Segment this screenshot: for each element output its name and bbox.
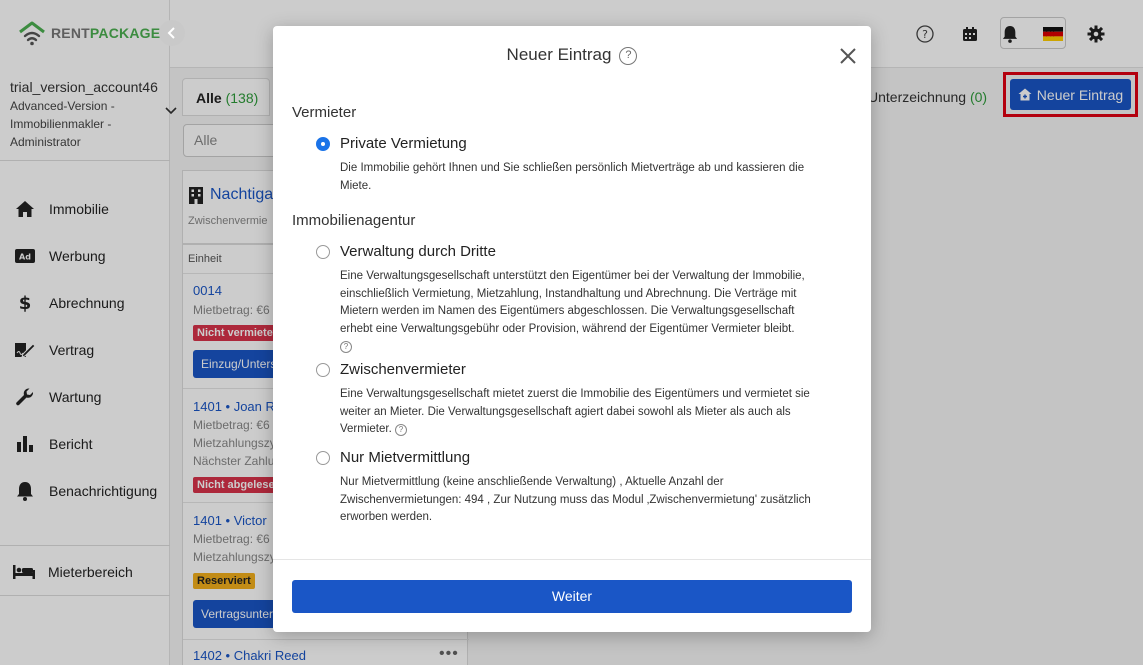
- radio-unselected[interactable]: [316, 245, 330, 259]
- help-icon[interactable]: ?: [340, 341, 352, 353]
- option-label[interactable]: Verwaltung durch Dritte: [340, 243, 496, 260]
- close-icon[interactable]: [838, 46, 858, 66]
- radio-unselected[interactable]: [316, 451, 330, 465]
- chevron-left-icon: [167, 27, 175, 39]
- help-icon[interactable]: ?: [619, 47, 638, 65]
- option-description: Eine Verwaltungsgesellschaft mietet zuer…: [340, 388, 810, 436]
- option-label[interactable]: Private Vermietung: [340, 135, 467, 152]
- section-vermieter: Vermieter: [292, 104, 357, 121]
- radio-unselected[interactable]: [316, 363, 330, 377]
- section-immobilienagentur: Immobilienagentur: [292, 212, 416, 229]
- divider: [273, 559, 871, 560]
- sidebar-collapse-button[interactable]: [159, 20, 185, 46]
- option-label[interactable]: Nur Mietvermittlung: [340, 449, 470, 466]
- option-description: Nur Mietvermittlung (keine anschließende…: [340, 476, 811, 523]
- new-entry-dialog: Neuer Eintrag? Vermieter Private Vermiet…: [273, 26, 871, 632]
- option-label[interactable]: Zwischenvermieter: [340, 361, 466, 378]
- dialog-title: Neuer Eintrag?: [273, 45, 871, 65]
- radio-selected[interactable]: [316, 137, 330, 151]
- weiter-button[interactable]: Weiter: [292, 580, 852, 613]
- help-icon[interactable]: ?: [394, 424, 407, 436]
- option-description: Eine Verwaltungsgesellschaft unterstützt…: [340, 270, 805, 353]
- option-description: Die Immobilie gehört Ihnen und Sie schli…: [340, 162, 805, 192]
